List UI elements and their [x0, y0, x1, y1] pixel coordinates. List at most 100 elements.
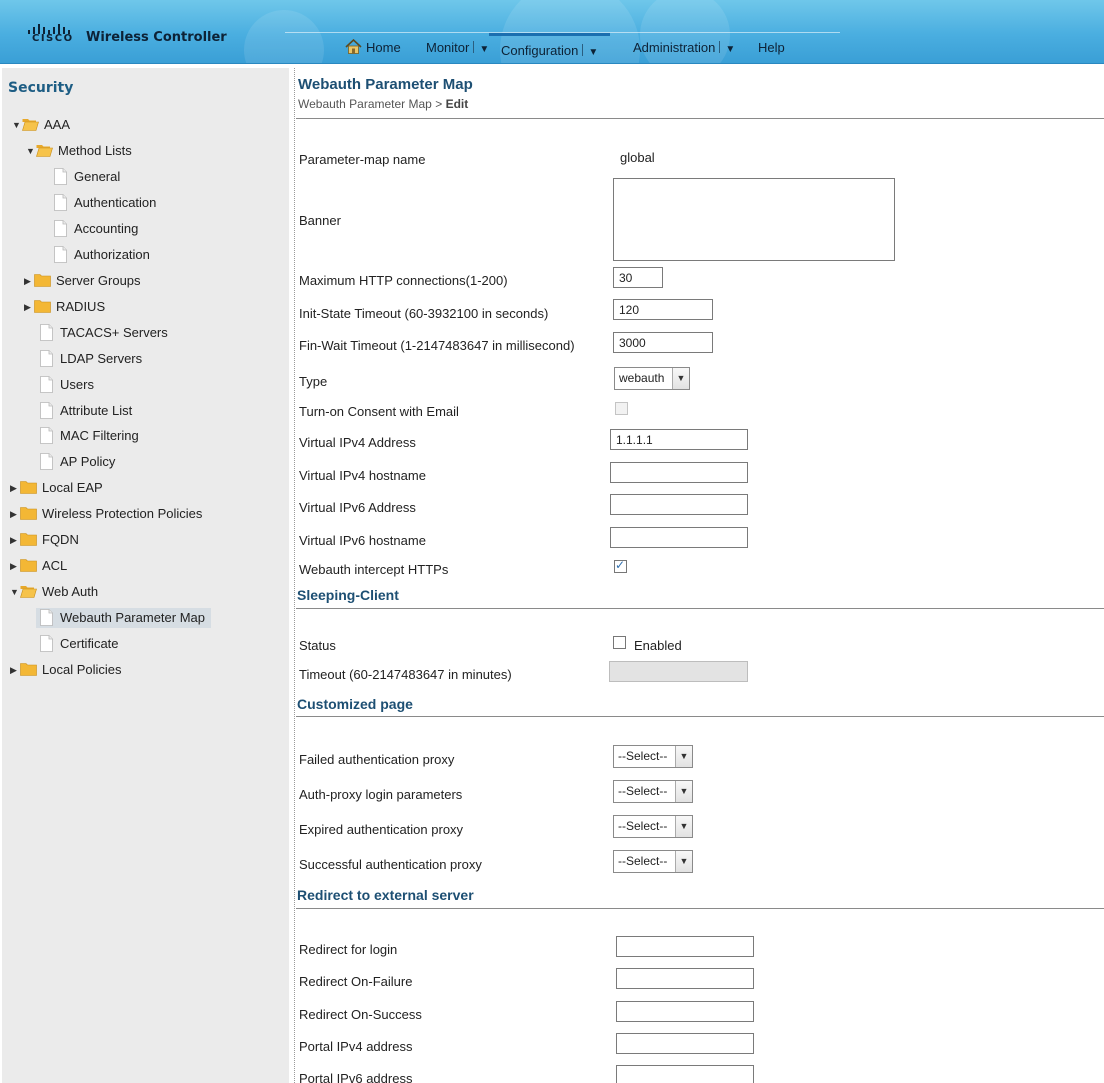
fin-wait-timeout-input[interactable]	[613, 332, 713, 353]
collapsed-arrow-icon[interactable]: ▶	[10, 556, 20, 576]
sidebar-item-certificate[interactable]: Certificate	[40, 634, 119, 654]
expanded-arrow-icon[interactable]: ▼	[10, 582, 20, 602]
banner-textarea[interactable]	[613, 178, 895, 261]
nav-separator	[719, 41, 721, 53]
folder-icon	[20, 663, 37, 676]
collapsed-arrow-icon[interactable]: ▶	[24, 271, 34, 291]
sidebar-item-attribute-list[interactable]: Attribute List	[40, 401, 132, 421]
virtual-ipv4-hostname-input[interactable]	[610, 462, 748, 483]
nav-monitor[interactable]: Monitor ▼	[426, 38, 489, 58]
sidebar-item-label: LDAP Servers	[60, 351, 143, 366]
breadcrumb-parent[interactable]: Webauth Parameter Map	[298, 97, 432, 111]
sidebar-item-label: FQDN	[42, 532, 79, 547]
nav-help[interactable]: Help	[758, 38, 785, 58]
redirect-on-success-input[interactable]	[616, 1001, 754, 1022]
nav-home[interactable]: Home	[345, 38, 401, 58]
nav-separator	[582, 44, 584, 56]
document-icon	[54, 168, 67, 185]
nav-administration[interactable]: Administration ▼	[633, 38, 735, 58]
portal-ipv6-address-input[interactable]	[616, 1065, 754, 1083]
redirect-on-failure-label: Redirect On-Failure	[299, 974, 413, 989]
sleeping-client-enabled-checkbox[interactable]	[613, 636, 626, 649]
type-select-value: webauth	[619, 371, 665, 385]
sidebar-item-label: ACL	[42, 558, 68, 573]
max-http-input[interactable]	[613, 267, 663, 288]
main-nav: Home Monitor ▼ Configuration ▼ Administrat…	[285, 32, 840, 63]
sidebar-item-fqdn[interactable]: ▶ FQDN	[10, 530, 79, 550]
expanded-arrow-icon[interactable]: ▼	[12, 115, 22, 135]
collapsed-arrow-icon[interactable]: ▶	[10, 530, 20, 550]
folder-open-icon	[20, 586, 37, 598]
sidebar-item-authentication[interactable]: Authentication	[54, 193, 156, 213]
collapsed-arrow-icon[interactable]: ▶	[10, 504, 20, 524]
breadcrumb: Webauth Parameter Map > Edit	[298, 97, 468, 111]
successful-auth-proxy-select-value: --Select--	[618, 854, 668, 868]
intercept-https-checkbox[interactable]: ✓	[614, 558, 627, 573]
sidebar-item-webauth-parameter-map[interactable]: Webauth Parameter Map	[36, 608, 211, 628]
sidebar-item-wireless-protection-policies[interactable]: ▶ Wireless Protection Policies	[10, 504, 202, 524]
sidebar-item-label: Authentication	[74, 195, 157, 210]
sidebar-item-mac-filtering[interactable]: MAC Filtering	[40, 426, 139, 446]
document-icon	[54, 194, 67, 211]
virtual-ipv6-hostname-input[interactable]	[610, 527, 748, 548]
dropdown-arrow-icon[interactable]: ▼	[725, 44, 735, 55]
failed-auth-proxy-select[interactable]: --Select-- ▼	[613, 745, 693, 768]
document-icon	[40, 609, 53, 626]
sidebar-item-ldap-servers[interactable]: LDAP Servers	[40, 349, 142, 369]
sidebar-item-general[interactable]: General	[54, 167, 120, 187]
sleeping-client-enabled-label: Enabled	[634, 638, 682, 653]
sidebar-item-ap-policy[interactable]: AP Policy	[40, 452, 115, 472]
sidebar-item-radius[interactable]: ▶ RADIUS	[24, 297, 105, 317]
successful-auth-proxy-select[interactable]: --Select-- ▼	[613, 850, 693, 873]
page-title: Webauth Parameter Map	[298, 76, 473, 93]
content-divider	[294, 68, 296, 1083]
expired-auth-proxy-label: Expired authentication proxy	[299, 822, 464, 837]
auth-proxy-login-params-select[interactable]: --Select-- ▼	[613, 780, 693, 803]
chevron-down-icon: ▼	[672, 368, 689, 389]
sleeping-client-timeout-input[interactable]	[609, 661, 748, 682]
sidebar-item-server-groups[interactable]: ▶ Server Groups	[24, 271, 141, 291]
consent-email-checkbox[interactable]	[615, 402, 628, 415]
sidebar-item-aaa[interactable]: ▼ AAA	[12, 115, 70, 135]
redirect-login-label: Redirect for login	[299, 942, 398, 957]
expanded-arrow-icon[interactable]: ▼	[26, 141, 36, 161]
nav-monitor-label: Monitor	[426, 40, 470, 55]
sidebar-item-local-eap[interactable]: ▶ Local EAP	[10, 478, 103, 498]
sidebar-item-label: AAA	[44, 117, 71, 132]
dropdown-arrow-icon[interactable]: ▼	[588, 47, 598, 58]
sleeping-client-section-title: Sleeping-Client	[297, 587, 399, 603]
sidebar-item-web-auth[interactable]: ▼ Web Auth	[10, 582, 98, 602]
sidebar-title: Security	[8, 80, 74, 96]
expired-auth-proxy-select[interactable]: --Select-- ▼	[613, 815, 693, 838]
collapsed-arrow-icon[interactable]: ▶	[10, 660, 20, 680]
init-state-timeout-input[interactable]	[613, 299, 713, 320]
logo-wordmark: CISCO	[32, 33, 74, 44]
folder-icon	[20, 533, 37, 546]
folder-icon	[34, 274, 51, 287]
dropdown-arrow-icon[interactable]: ▼	[479, 44, 489, 55]
collapsed-arrow-icon[interactable]: ▶	[24, 297, 34, 317]
sidebar-item-local-policies[interactable]: ▶ Local Policies	[10, 660, 122, 680]
sidebar-item-authorization[interactable]: Authorization	[54, 245, 150, 265]
chevron-down-icon: ▼	[675, 816, 692, 837]
failed-auth-proxy-label: Failed authentication proxy	[299, 752, 455, 767]
sidebar-item-method-lists[interactable]: ▼ Method Lists	[26, 141, 132, 161]
redirect-login-input[interactable]	[616, 936, 754, 957]
virtual-ipv6-address-input[interactable]	[610, 494, 748, 515]
nav-configuration[interactable]: Configuration ▼	[489, 33, 611, 61]
sleeping-client-status-label: Status	[299, 638, 336, 653]
type-select[interactable]: webauth ▼	[614, 367, 690, 390]
intercept-https-label: Webauth intercept HTTPs	[299, 562, 449, 577]
redirect-on-failure-input[interactable]	[616, 968, 754, 989]
portal-ipv4-address-label: Portal IPv4 address	[299, 1039, 413, 1054]
virtual-ipv4-address-input[interactable]	[610, 429, 748, 450]
document-icon	[54, 220, 67, 237]
portal-ipv4-address-input[interactable]	[616, 1033, 754, 1054]
sidebar-item-tacacs-servers[interactable]: TACACS+ Servers	[40, 323, 168, 343]
collapsed-arrow-icon[interactable]: ▶	[10, 478, 20, 498]
sidebar-item-users[interactable]: Users	[40, 375, 94, 395]
sidebar-item-accounting[interactable]: Accounting	[54, 219, 138, 239]
redirect-section-title: Redirect to external server	[297, 887, 474, 903]
sidebar-item-acl[interactable]: ▶ ACL	[10, 556, 67, 576]
document-icon	[40, 376, 53, 393]
